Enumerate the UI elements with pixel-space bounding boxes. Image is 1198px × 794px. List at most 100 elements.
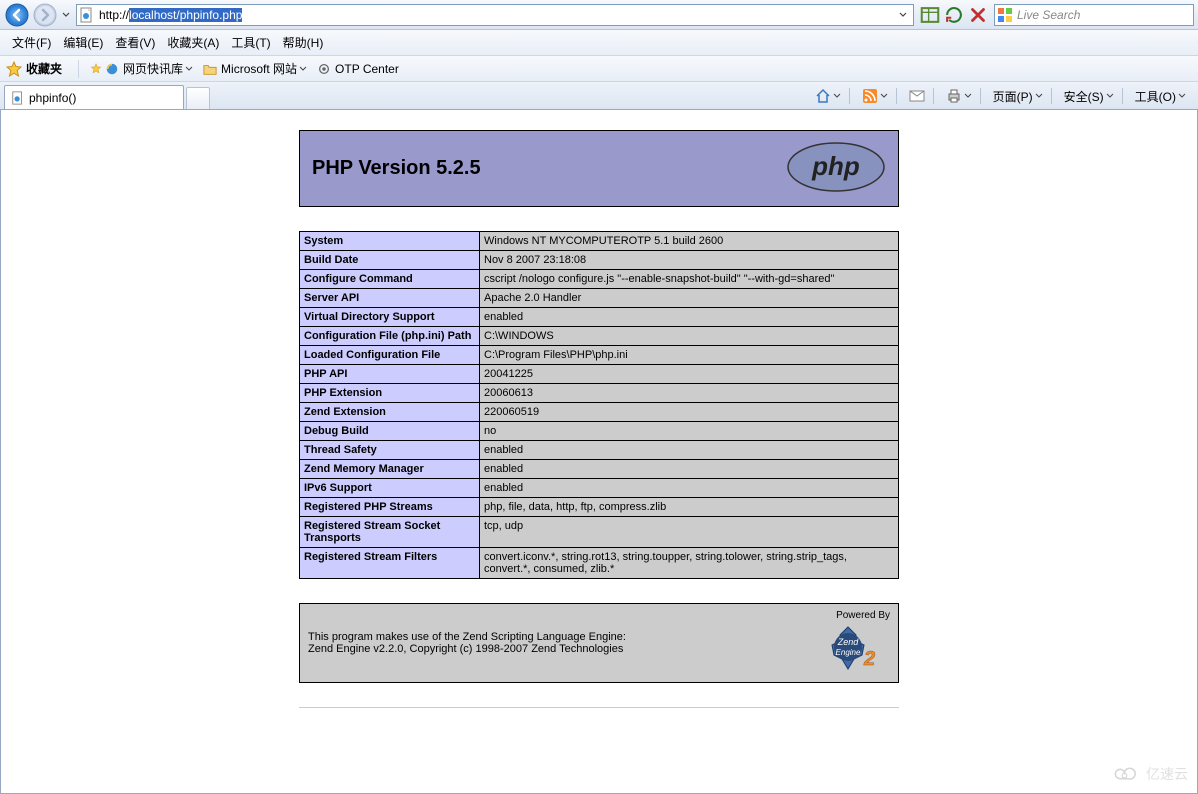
- row-value: php, file, data, http, ftp, compress.zli…: [480, 498, 899, 517]
- svg-text:Engine: Engine: [836, 648, 861, 657]
- print-button[interactable]: [942, 86, 976, 106]
- table-row: PHP API20041225: [300, 365, 899, 384]
- address-bar[interactable]: http://localhost/phpinfo.php: [76, 4, 914, 26]
- row-key: PHP Extension: [300, 384, 480, 403]
- row-key: Zend Memory Manager: [300, 460, 480, 479]
- menu-bar: 文件(F) 编辑(E) 查看(V) 收藏夹(A) 工具(T) 帮助(H): [0, 30, 1198, 56]
- row-key: System: [300, 232, 480, 251]
- url-text: http://localhost/phpinfo.php: [97, 8, 895, 22]
- search-box[interactable]: Live Search: [994, 4, 1194, 26]
- row-key: IPv6 Support: [300, 479, 480, 498]
- php-logo: php: [786, 141, 886, 196]
- php-info-table: SystemWindows NT MYCOMPUTEROTP 5.1 build…: [299, 231, 899, 579]
- row-value: Windows NT MYCOMPUTEROTP 5.1 build 2600: [480, 232, 899, 251]
- row-key: Debug Build: [300, 422, 480, 441]
- home-button[interactable]: [811, 86, 845, 106]
- row-value: enabled: [480, 441, 899, 460]
- table-row: Registered PHP Streamsphp, file, data, h…: [300, 498, 899, 517]
- menu-file[interactable]: 文件(F): [6, 32, 57, 53]
- table-row: PHP Extension20060613: [300, 384, 899, 403]
- svg-text:2: 2: [863, 648, 875, 670]
- table-row: Virtual Directory Supportenabled: [300, 308, 899, 327]
- ie-page-icon: [79, 7, 95, 23]
- table-row: Zend Memory Managerenabled: [300, 460, 899, 479]
- link-icon: [317, 62, 331, 76]
- page-content: PHP Version 5.2.5 php SystemWindows NT M…: [0, 110, 1198, 794]
- row-key: Registered PHP Streams: [300, 498, 480, 517]
- row-key: Thread Safety: [300, 441, 480, 460]
- fav-item-microsoft[interactable]: Microsoft 网站: [199, 58, 311, 79]
- row-value: enabled: [480, 308, 899, 327]
- new-tab-button[interactable]: [186, 87, 210, 109]
- favorites-label[interactable]: 收藏夹: [26, 60, 62, 77]
- row-value: Nov 8 2007 23:18:08: [480, 251, 899, 270]
- row-key: Registered Stream Filters: [300, 548, 480, 579]
- url-dropdown[interactable]: [895, 10, 911, 20]
- menu-edit[interactable]: 编辑(E): [57, 32, 109, 53]
- compat-view-button[interactable]: [919, 4, 941, 26]
- row-key: Virtual Directory Support: [300, 308, 480, 327]
- chevron-down-icon: [299, 62, 307, 76]
- ie-icon: [105, 62, 119, 76]
- row-key: PHP API: [300, 365, 480, 384]
- table-row: Debug Buildno: [300, 422, 899, 441]
- row-key: Configuration File (php.ini) Path: [300, 327, 480, 346]
- tab-label: phpinfo(): [29, 91, 76, 105]
- divider: [299, 707, 899, 708]
- tab-phpinfo[interactable]: phpinfo(): [4, 85, 184, 109]
- favorites-bar: 收藏夹 网页快讯库 Microsoft 网站 OTP Center: [0, 56, 1198, 82]
- fav-item-suggested[interactable]: 网页快讯库: [85, 58, 197, 79]
- menu-favorites[interactable]: 收藏夹(A): [161, 32, 225, 53]
- row-key: Loaded Configuration File: [300, 346, 480, 365]
- navigation-bar: http://localhost/phpinfo.php Live Search: [0, 0, 1198, 30]
- php-version-title: PHP Version 5.2.5: [312, 157, 481, 180]
- row-key: Zend Extension: [300, 403, 480, 422]
- back-button[interactable]: [4, 2, 30, 28]
- table-row: Configuration File (php.ini) PathC:\WIND…: [300, 327, 899, 346]
- row-value: enabled: [480, 479, 899, 498]
- row-value: enabled: [480, 460, 899, 479]
- nav-history-dropdown[interactable]: [60, 4, 72, 26]
- safety-button[interactable]: 安全(S): [1060, 86, 1118, 107]
- zend-logo: Powered By ZendEngine2: [806, 610, 890, 676]
- favorites-star-icon[interactable]: [6, 61, 22, 77]
- row-value: 20041225: [480, 365, 899, 384]
- php-header: PHP Version 5.2.5 php: [299, 130, 899, 207]
- row-value: Apache 2.0 Handler: [480, 289, 899, 308]
- row-value: tcp, udp: [480, 517, 899, 548]
- search-placeholder: Live Search: [1017, 8, 1080, 22]
- star-icon: [89, 62, 103, 76]
- menu-view[interactable]: 查看(V): [109, 32, 161, 53]
- page-button[interactable]: 页面(P): [989, 86, 1047, 107]
- table-row: Loaded Configuration FileC:\Program File…: [300, 346, 899, 365]
- ie-page-icon: [11, 91, 25, 105]
- row-value: 20060613: [480, 384, 899, 403]
- table-row: IPv6 Supportenabled: [300, 479, 899, 498]
- table-row: Registered Stream Filtersconvert.iconv.*…: [300, 548, 899, 579]
- row-value: C:\Program Files\PHP\php.ini: [480, 346, 899, 365]
- refresh-button[interactable]: [943, 4, 965, 26]
- folder-icon: [203, 62, 217, 76]
- table-row: Build DateNov 8 2007 23:18:08: [300, 251, 899, 270]
- table-row: SystemWindows NT MYCOMPUTEROTP 5.1 build…: [300, 232, 899, 251]
- fav-item-otp[interactable]: OTP Center: [313, 60, 403, 78]
- menu-help[interactable]: 帮助(H): [277, 32, 330, 53]
- watermark: 亿速云: [1112, 764, 1188, 784]
- svg-text:php: php: [811, 151, 860, 181]
- table-row: Thread Safetyenabled: [300, 441, 899, 460]
- row-key: Build Date: [300, 251, 480, 270]
- stop-button[interactable]: [967, 4, 989, 26]
- mail-button[interactable]: [905, 86, 929, 106]
- command-bar: 页面(P) 安全(S) 工具(O): [803, 83, 1194, 109]
- menu-tools[interactable]: 工具(T): [225, 32, 276, 53]
- row-value: 220060519: [480, 403, 899, 422]
- forward-button[interactable]: [32, 2, 58, 28]
- table-row: Zend Extension220060519: [300, 403, 899, 422]
- tools-button[interactable]: 工具(O): [1131, 86, 1190, 107]
- tab-bar: phpinfo() 页面(P) 安全(S) 工具(O): [0, 82, 1198, 110]
- row-key: Registered Stream Socket Transports: [300, 517, 480, 548]
- row-value: C:\WINDOWS: [480, 327, 899, 346]
- row-value: cscript /nologo configure.js "--enable-s…: [480, 270, 899, 289]
- feeds-button[interactable]: [858, 86, 892, 106]
- live-search-icon: [997, 7, 1013, 23]
